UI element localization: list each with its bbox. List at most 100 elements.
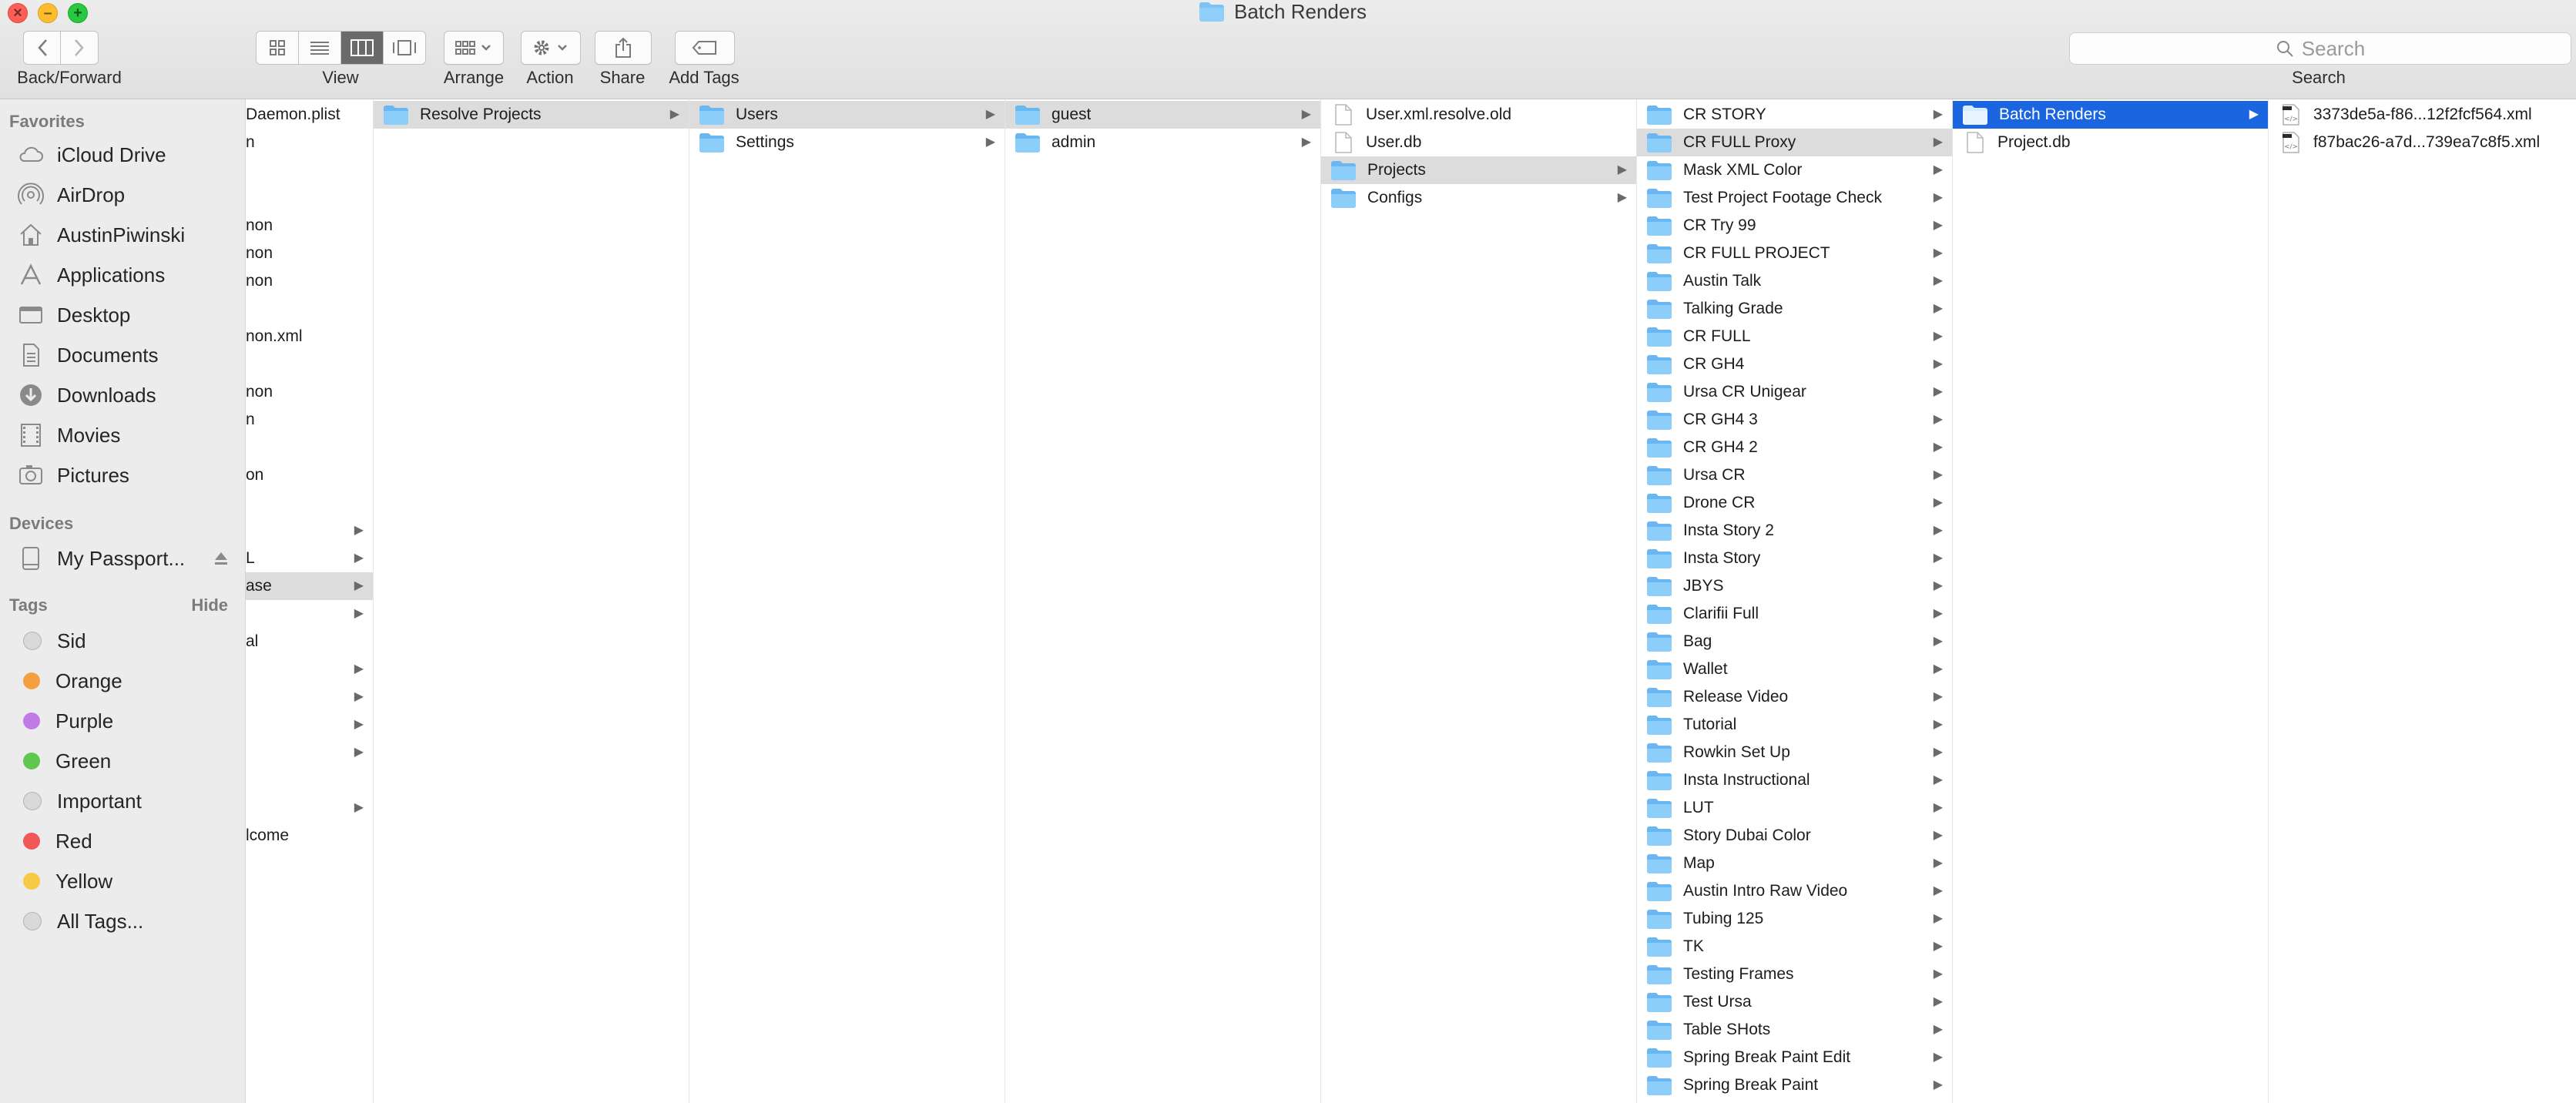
file-item[interactable]: User.xml.resolve.old [1321, 101, 1636, 129]
folder-item[interactable]: Test Ursa ▶ [1637, 988, 1952, 1016]
folder-item[interactable]: guest ▶ [1005, 101, 1320, 129]
list-item[interactable]: Daemon.plist [246, 101, 373, 129]
folder-item[interactable]: Ursa CR ▶ [1637, 461, 1952, 489]
folder-item[interactable]: CR GH4 ▶ [1637, 350, 1952, 378]
file-item[interactable]: </> 3373de5a-f86...12f2fcf564.xml [2269, 101, 2576, 129]
close-window-button[interactable]: × [8, 3, 28, 23]
folder-item[interactable]: Mask XML Color ▶ [1637, 156, 1952, 184]
folder-item[interactable]: JBYS ▶ [1637, 572, 1952, 600]
file-item[interactable]: </> f87bac26-a7d...739ea7c8f5.xml [2269, 129, 2576, 156]
folder-item[interactable]: CR GH4 2 ▶ [1637, 434, 1952, 461]
list-view-button[interactable] [299, 32, 341, 64]
search-input[interactable]: Search [2069, 32, 2571, 65]
list-item[interactable]: non [246, 267, 373, 295]
list-item[interactable] [246, 184, 373, 212]
back-button[interactable] [24, 32, 61, 64]
sidebar-item-icloud-drive[interactable]: iCloud Drive [17, 137, 240, 173]
list-item[interactable]: n [246, 406, 373, 434]
list-item[interactable]: non [246, 378, 373, 406]
folder-item[interactable]: Ursa CR Unigear ▶ [1637, 378, 1952, 406]
sidebar-item-documents[interactable]: Documents [17, 337, 240, 373]
list-item[interactable]: ▶ [246, 711, 373, 739]
folder-item[interactable]: Wallet ▶ [1637, 655, 1952, 683]
list-item[interactable]: non [246, 240, 373, 267]
list-item[interactable] [246, 434, 373, 461]
sidebar-item-downloads[interactable]: Downloads [17, 377, 240, 413]
sidebar-tag-yellow[interactable]: Yellow [17, 863, 240, 899]
folder-item[interactable]: LUT ▶ [1637, 794, 1952, 822]
sidebar-tag-all-tags-[interactable]: All Tags... [17, 904, 240, 939]
list-item[interactable] [246, 156, 373, 184]
sidebar-tag-orange[interactable]: Orange [17, 663, 240, 699]
list-item[interactable]: al [246, 628, 373, 655]
share-button[interactable] [595, 31, 652, 65]
folder-item[interactable]: Tutorial ▶ [1637, 711, 1952, 739]
folder-item[interactable]: Configs ▶ [1321, 184, 1636, 212]
gallery-view-button[interactable] [384, 32, 425, 64]
list-item[interactable]: non [246, 212, 373, 240]
list-item[interactable]: ▶ [246, 794, 373, 822]
sidebar-item-desktop[interactable]: Desktop [17, 297, 240, 333]
sidebar-item-pictures[interactable]: Pictures [17, 458, 240, 493]
list-item[interactable]: ▶ [246, 600, 373, 628]
folder-item[interactable]: Story Dubai Color ▶ [1637, 822, 1952, 850]
sidebar-tag-purple[interactable]: Purple [17, 703, 240, 739]
list-item[interactable]: ▶ [246, 683, 373, 711]
tags-hide-button[interactable]: Hide [191, 595, 228, 615]
folder-item[interactable]: Resolve Projects ▶ [374, 101, 689, 129]
list-item[interactable] [246, 489, 373, 517]
list-item[interactable] [246, 350, 373, 378]
list-item[interactable]: n [246, 129, 373, 156]
file-item[interactable]: Project.db [1953, 129, 2268, 156]
sidebar-item-austinpiwinski[interactable]: AustinPiwinski [17, 217, 240, 253]
folder-item[interactable]: Tubing 125 ▶ [1637, 905, 1952, 933]
folder-item[interactable]: Insta Instructional ▶ [1637, 766, 1952, 794]
folder-item[interactable]: admin ▶ [1005, 129, 1320, 156]
action-button[interactable] [521, 31, 581, 65]
sidebar-item-applications[interactable]: Applications [17, 257, 240, 293]
list-item[interactable]: lcome [246, 822, 373, 850]
folder-item[interactable]: Clarifii Full ▶ [1637, 600, 1952, 628]
list-item[interactable]: non.xml [246, 323, 373, 350]
folder-item[interactable]: TK ▶ [1637, 933, 1952, 961]
folder-item[interactable]: Test Project Footage Check ▶ [1637, 184, 1952, 212]
folder-item[interactable]: Rowkin Set Up ▶ [1637, 739, 1952, 766]
folder-item[interactable]: Settings ▶ [689, 129, 1005, 156]
add-tags-button[interactable] [675, 31, 735, 65]
sidebar-tag-green[interactable]: Green [17, 743, 240, 779]
zoom-window-button[interactable]: + [68, 3, 88, 23]
folder-item[interactable]: Talking Grade ▶ [1637, 295, 1952, 323]
folder-item[interactable]: Bag ▶ [1637, 628, 1952, 655]
folder-item[interactable]: Projects ▶ [1321, 156, 1636, 184]
folder-item[interactable]: CR Try 99 ▶ [1637, 212, 1952, 240]
sidebar-tag-red[interactable]: Red [17, 823, 240, 859]
list-item[interactable] [246, 295, 373, 323]
sidebar-item-movies[interactable]: Movies [17, 417, 240, 453]
column-view-button[interactable] [341, 32, 384, 64]
folder-item[interactable]: Drone CR ▶ [1637, 489, 1952, 517]
folder-item[interactable]: CR STORY ▶ [1637, 101, 1952, 129]
arrange-button[interactable] [444, 31, 504, 65]
list-item[interactable]: ▶ [246, 517, 373, 545]
list-item[interactable]: ase ▶ [246, 572, 373, 600]
folder-item[interactable]: Testing Frames ▶ [1637, 961, 1952, 988]
folder-item[interactable]: CR FULL ▶ [1637, 323, 1952, 350]
icon-view-button[interactable] [257, 32, 299, 64]
folder-item[interactable]: CR GH4 3 ▶ [1637, 406, 1952, 434]
folder-item[interactable]: Batch Renders ▶ [1953, 101, 2268, 129]
minimize-window-button[interactable]: – [38, 3, 58, 23]
sidebar-item-my-passport[interactable]: My Passport... [17, 541, 240, 576]
folder-item[interactable]: Austin Intro Raw Video ▶ [1637, 877, 1952, 905]
folder-item[interactable]: Insta Story ▶ [1637, 545, 1952, 572]
folder-item[interactable]: Spring Break Paint Edit ▶ [1637, 1044, 1952, 1071]
eject-icon[interactable] [213, 548, 230, 572]
file-item[interactable]: User.db [1321, 129, 1636, 156]
list-item[interactable]: on [246, 461, 373, 489]
folder-item[interactable]: Release Video ▶ [1637, 683, 1952, 711]
folder-item[interactable]: Insta Story 2 ▶ [1637, 517, 1952, 545]
folder-item[interactable]: CR FULL Proxy ▶ [1637, 129, 1952, 156]
folder-item[interactable]: Austin Talk ▶ [1637, 267, 1952, 295]
sidebar-tag-sid[interactable]: Sid [17, 623, 240, 659]
sidebar-tag-important[interactable]: Important [17, 783, 240, 819]
folder-item[interactable]: CR FULL PROJECT ▶ [1637, 240, 1952, 267]
